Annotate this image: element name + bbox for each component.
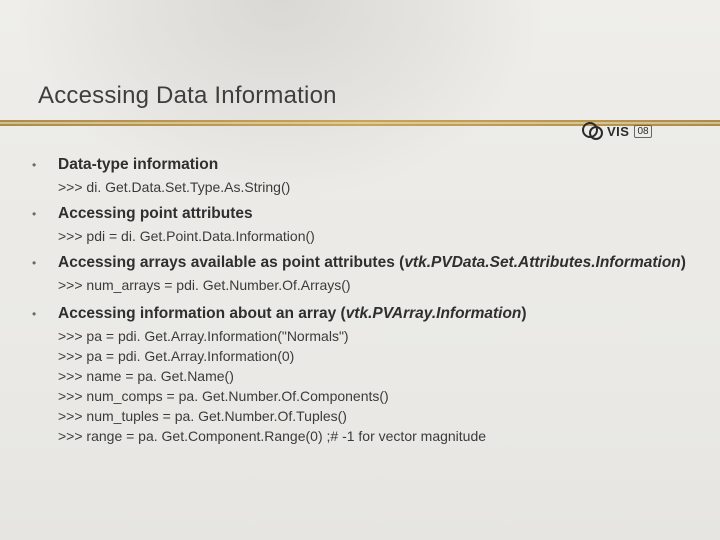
code-line: >>> range = pa. Get.Component.Range(0) ;… xyxy=(58,426,690,446)
content-area: • Data-type information >>> di. Get.Data… xyxy=(32,155,690,453)
code-line: >>> name = pa. Get.Name() xyxy=(58,366,690,386)
code-block: >>> num_arrays = pdi. Get.Number.Of.Arra… xyxy=(58,274,690,302)
bullet-marker: • xyxy=(32,253,58,273)
logo-text: VIS xyxy=(607,124,629,139)
code-line: >>> di. Get.Data.Set.Type.As.String() xyxy=(58,177,690,197)
bullet-marker: • xyxy=(32,155,58,175)
logo: VIS 08 xyxy=(582,117,692,145)
bullet-item: • Data-type information xyxy=(32,155,690,175)
code-line: >>> pa = pdi. Get.Array.Information(0) xyxy=(58,346,690,366)
code-line: >>> pdi = di. Get.Point.Data.Information… xyxy=(58,226,690,246)
section-heading: Accessing arrays available as point attr… xyxy=(58,253,686,273)
slide-title: Accessing Data Information xyxy=(38,82,337,110)
bullet-item: • Accessing point attributes xyxy=(32,204,690,224)
bullet-marker: • xyxy=(32,304,58,324)
section-heading: Data-type information xyxy=(58,155,218,175)
section-heading: Accessing information about an array (vt… xyxy=(58,304,527,324)
logo-year: 08 xyxy=(634,125,651,138)
code-block: >>> pa = pdi. Get.Array.Information("Nor… xyxy=(58,325,690,453)
logo-glyph-icon xyxy=(582,120,604,142)
code-block: >>> pdi = di. Get.Point.Data.Information… xyxy=(58,225,690,253)
code-line: >>> pa = pdi. Get.Array.Information("Nor… xyxy=(58,326,690,346)
code-block: >>> di. Get.Data.Set.Type.As.String() xyxy=(58,176,690,204)
bullet-item: • Accessing information about an array (… xyxy=(32,304,690,324)
code-line: >>> num_tuples = pa. Get.Number.Of.Tuple… xyxy=(58,406,690,426)
bullet-item: • Accessing arrays available as point at… xyxy=(32,253,690,273)
bullet-marker: • xyxy=(32,204,58,224)
code-line: >>> num_comps = pa. Get.Number.Of.Compon… xyxy=(58,386,690,406)
code-line: >>> num_arrays = pdi. Get.Number.Of.Arra… xyxy=(58,275,690,295)
section-heading: Accessing point attributes xyxy=(58,204,253,224)
